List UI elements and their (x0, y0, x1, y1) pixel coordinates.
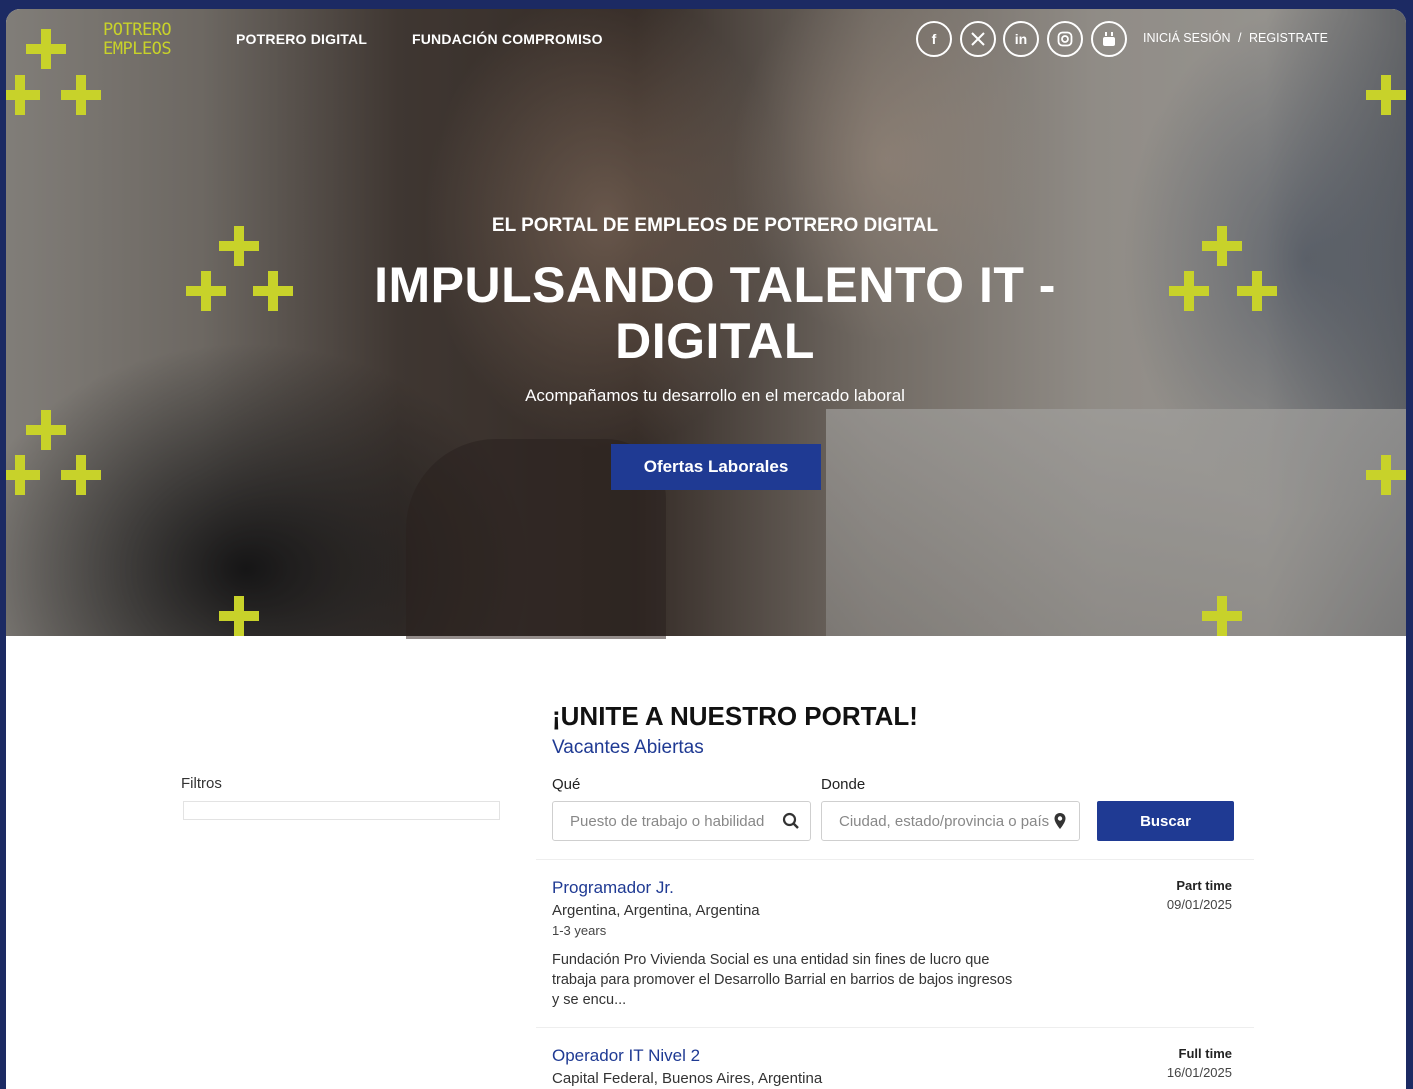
auth-links: INICIÁ SESIÓN / REGISTRATE (1143, 31, 1332, 45)
job-date: 09/01/2025 (1166, 897, 1232, 912)
auth-separator: / (1238, 31, 1242, 45)
logo-line-1: POTRERO (103, 20, 172, 40)
youtube-icon[interactable] (1091, 21, 1127, 57)
hero-title: IMPULSANDO TALENTO IT - DIGITAL (374, 257, 1056, 369)
instagram-icon[interactable] (1047, 21, 1083, 57)
hero-banner: POTRERO EMPLEOS POTRERO DIGITAL FUNDACIÓ… (6, 9, 1406, 639)
plus-decoration-icon (1237, 271, 1277, 311)
logo-line-2: EMPLEOS (103, 39, 172, 59)
plus-decoration-icon (61, 455, 101, 495)
plus-decoration-icon (6, 75, 40, 115)
plus-decoration-icon (61, 75, 101, 115)
job-type: Full time (1178, 1046, 1232, 1061)
job-experience: 1-3 years (552, 923, 607, 938)
register-link[interactable]: REGISTRATE (1249, 31, 1328, 45)
filters-label: Filtros (181, 775, 222, 792)
plus-decoration-icon (26, 410, 66, 450)
search-icon (782, 812, 799, 829)
where-field[interactable] (821, 801, 1080, 841)
x-icon[interactable] (960, 21, 996, 57)
hero-pre-title: EL PORTAL DE EMPLEOS DE POTRERO DIGITAL (491, 215, 939, 236)
plus-decoration-icon (186, 271, 226, 311)
divider (536, 1027, 1254, 1028)
map-pin-icon (1054, 813, 1066, 829)
facebook-icon[interactable]: f (916, 21, 952, 57)
plus-decoration-icon (253, 271, 293, 311)
what-input[interactable] (568, 811, 782, 831)
job-description: Fundación Pro Vivienda Social es una ent… (552, 952, 1013, 1008)
browser-frame: POTRERO EMPLEOS POTRERO DIGITAL FUNDACIÓ… (6, 9, 1406, 1089)
divider (536, 859, 1254, 860)
job-card[interactable]: Operador IT Nivel 2 Capital Federal, Bue… (552, 1046, 1232, 1087)
linkedin-icon[interactable]: in (1003, 21, 1039, 57)
plus-decoration-icon (1202, 596, 1242, 636)
job-type: Part time (1176, 878, 1232, 893)
filters-box[interactable] (183, 801, 500, 820)
job-meta: Part time 09/01/2025 (1167, 878, 1232, 912)
plus-decoration-icon (6, 455, 40, 495)
job-meta: Full time 16/01/2025 (1167, 1046, 1232, 1080)
what-field[interactable] (552, 801, 811, 841)
what-label: Qué (552, 776, 581, 793)
portal-subtitle: Vacantes Abiertas (552, 737, 704, 758)
ofertas-laborales-button[interactable]: Ofertas Laborales (611, 444, 821, 490)
job-title[interactable]: Programador Jr. (552, 878, 1232, 898)
hero-subtitle: Acompañamos tu desarrollo en el mercado … (525, 386, 905, 405)
where-input[interactable] (837, 811, 1051, 831)
nav-potrero-digital[interactable]: POTRERO DIGITAL (236, 31, 367, 47)
search-button[interactable]: Buscar (1097, 801, 1234, 841)
portal-title: ¡UNITE A NUESTRO PORTAL! (552, 701, 918, 731)
where-label: Donde (821, 776, 866, 793)
job-location: Argentina, Argentina, Argentina (552, 902, 760, 919)
plus-decoration-icon (219, 596, 259, 636)
job-title[interactable]: Operador IT Nivel 2 (552, 1046, 1232, 1066)
nav-fundacion-compromiso[interactable]: FUNDACIÓN COMPROMISO (412, 31, 603, 47)
plus-decoration-icon (1366, 455, 1406, 495)
plus-decoration-icon (1169, 271, 1209, 311)
job-card[interactable]: Programador Jr. Argentina, Argentina, Ar… (552, 878, 1232, 1010)
logo[interactable]: POTRERO EMPLEOS (103, 20, 172, 59)
plus-decoration-icon (1366, 75, 1406, 115)
plus-decoration-icon (26, 29, 66, 69)
login-link[interactable]: INICIÁ SESIÓN (1143, 31, 1231, 45)
job-date: 16/01/2025 (1166, 1065, 1232, 1080)
